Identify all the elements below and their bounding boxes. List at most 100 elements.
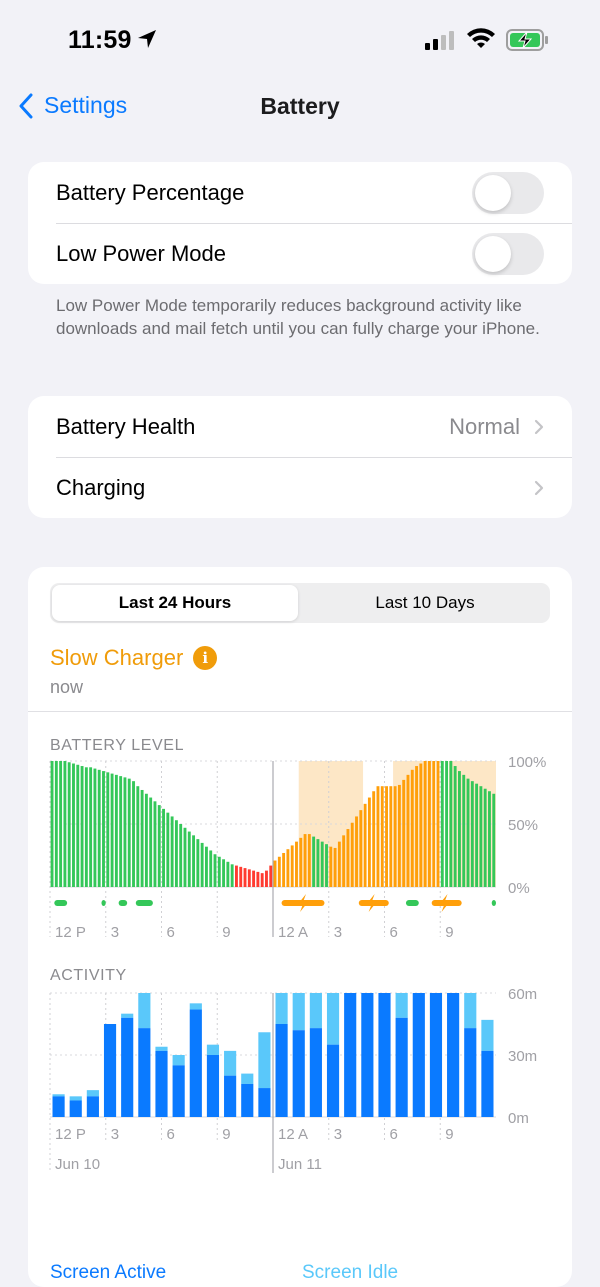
lightning-bolt-icon xyxy=(298,894,309,912)
battery-level-bar xyxy=(277,856,281,887)
screen-active-bar xyxy=(378,993,391,1117)
battery-level-bar xyxy=(307,834,311,887)
battery-health-row[interactable]: Battery Health Normal xyxy=(28,396,572,457)
battery-percentage-toggle[interactable] xyxy=(472,171,544,214)
battery-level-bar xyxy=(397,784,401,887)
battery-level-bar xyxy=(419,763,423,887)
battery-level-bar xyxy=(299,837,303,887)
screen-idle-bar xyxy=(241,1073,254,1084)
battery-level-bar xyxy=(72,763,75,887)
screen-idle-bar xyxy=(326,993,340,1045)
battery-level-bar xyxy=(393,786,397,887)
battery-level-bar xyxy=(59,761,63,887)
battery-level-bar xyxy=(427,761,431,887)
battery-level-bar xyxy=(475,783,479,887)
battery-level-bar xyxy=(166,812,170,887)
battery-level-bar xyxy=(440,761,444,887)
battery-level-bar xyxy=(372,791,376,887)
screen-active-bar xyxy=(447,993,460,1117)
x-tick-label: 3 xyxy=(334,924,342,941)
battery-level-bar xyxy=(329,846,333,887)
x-tick-label: 3 xyxy=(334,1126,342,1143)
divider xyxy=(28,711,572,712)
activity-chart: 12 P 3 6 9 12 A 3 6 9 Jun 10 Jun 11 60m 30m 0m xyxy=(49,987,537,1173)
screen-active-bar xyxy=(224,1075,237,1117)
battery-level-bar xyxy=(325,844,328,887)
battery-level-bar xyxy=(114,774,118,887)
charging-indicator-segment xyxy=(491,900,496,906)
screen-active-bar xyxy=(103,1024,117,1117)
screen-idle-bar xyxy=(155,1046,168,1051)
screen-idle-bar xyxy=(258,1032,271,1089)
battery-level-bar xyxy=(376,786,380,887)
battery-health-label: Battery Health xyxy=(56,413,196,439)
y-tick-label: 0% xyxy=(508,880,530,897)
info-icon[interactable]: i xyxy=(193,646,218,670)
battery-level-bar xyxy=(453,766,457,887)
segment-last-10-days[interactable]: Last 10 Days xyxy=(302,585,548,621)
screen-idle-bar xyxy=(52,1094,65,1097)
screen-active-bar xyxy=(241,1083,254,1117)
location-arrow-icon xyxy=(138,30,156,48)
battery-level-bar xyxy=(252,870,256,887)
x-tick-label: 6 xyxy=(167,924,175,941)
x-tick-label: 9 xyxy=(445,1126,453,1143)
screen-active-bar xyxy=(481,1050,494,1117)
battery-level-bar xyxy=(239,866,243,887)
battery-level-bar xyxy=(346,829,350,887)
chevron-right-icon xyxy=(534,480,544,495)
battery-level-bar xyxy=(350,822,354,887)
battery-level-bar xyxy=(415,766,419,887)
battery-level-bar xyxy=(76,764,80,887)
battery-level-bar xyxy=(192,835,196,887)
battery-level-bar xyxy=(355,816,358,887)
x-tick-label: 3 xyxy=(111,1126,119,1143)
screen-idle-bar xyxy=(275,993,288,1024)
screen-idle-bar xyxy=(464,993,477,1029)
battery-level-bar xyxy=(492,793,496,887)
battery-level-bar xyxy=(247,869,251,887)
battery-level-bar xyxy=(136,786,140,887)
battery-level-bar xyxy=(265,870,268,887)
x-tick-label: 9 xyxy=(222,924,230,941)
slow-charger-title[interactable]: Slow Charger i xyxy=(50,645,218,671)
date-label: Jun 10 xyxy=(55,1156,100,1173)
battery-level-bar xyxy=(226,861,230,887)
screen-idle-bar xyxy=(481,1019,494,1051)
date-label: Jun 11 xyxy=(278,1156,322,1173)
chevron-right-icon xyxy=(534,419,544,434)
battery-level-bar xyxy=(63,761,67,887)
screen-active-bar xyxy=(189,1009,202,1117)
battery-level-bar xyxy=(54,761,58,887)
time-range-segmented-control: Last 24 Hours Last 10 Days xyxy=(50,583,550,623)
screen-idle-bar xyxy=(395,993,408,1018)
battery-level-bar xyxy=(67,762,71,887)
screen-active-bar xyxy=(292,1030,305,1117)
x-tick-label: 3 xyxy=(111,924,119,941)
y-tick-label: 100% xyxy=(508,757,546,771)
battery-level-bar xyxy=(312,836,316,887)
battery-level-bar xyxy=(282,852,286,887)
segment-last-24-hours[interactable]: Last 24 Hours xyxy=(52,585,298,621)
page-title: Battery xyxy=(260,93,340,119)
screen-active-bar xyxy=(309,1028,322,1117)
battery-level-bar xyxy=(127,778,131,887)
battery-level-bar xyxy=(217,856,221,887)
battery-level-bar xyxy=(436,761,440,887)
battery-level-bar xyxy=(462,774,466,887)
battery-level-bar xyxy=(260,873,264,887)
x-tick-label: 6 xyxy=(390,924,398,941)
battery-percentage-row: Battery Percentage xyxy=(28,162,572,223)
screen-active-bar xyxy=(344,993,357,1117)
low-power-mode-toggle[interactable] xyxy=(472,232,544,275)
battery-level-bar xyxy=(119,776,123,887)
low-power-mode-row: Low Power Mode xyxy=(28,223,572,284)
battery-level-bar xyxy=(316,839,320,887)
battery-level-bar xyxy=(458,771,461,887)
screen-active-bar xyxy=(464,1028,477,1117)
charging-row[interactable]: Charging xyxy=(28,457,572,518)
x-tick-label: 12 P xyxy=(55,1126,86,1143)
battery-level-bar xyxy=(200,842,204,887)
charger-time: now xyxy=(50,677,84,697)
battery-level-bar xyxy=(256,871,260,887)
